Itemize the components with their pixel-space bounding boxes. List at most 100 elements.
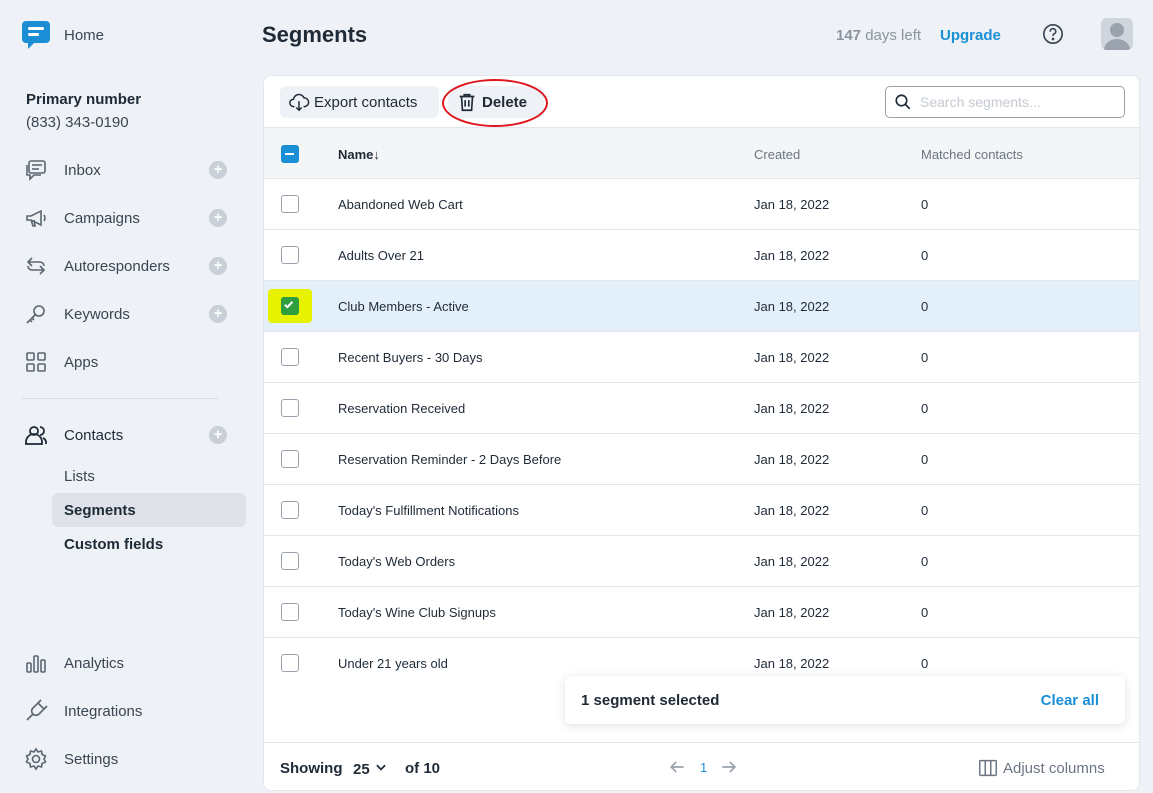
segment-created: Jan 18, 2022 — [754, 452, 830, 467]
sidebar-item-inbox[interactable]: Inbox + — [24, 156, 234, 184]
export-contacts-label: Export contacts — [314, 93, 418, 111]
help-icon[interactable] — [1042, 23, 1064, 45]
sidebar-item-integrations[interactable]: Integrations — [24, 697, 234, 725]
sidebar-subitem-segments[interactable]: Segments — [52, 493, 246, 527]
page-size-value: 25 — [353, 761, 370, 778]
segment-name[interactable]: Under 21 years old — [338, 656, 448, 671]
segment-created: Jan 18, 2022 — [754, 554, 830, 569]
export-contacts-button[interactable]: Export contacts — [280, 86, 439, 118]
add-inbox-icon[interactable]: + — [209, 161, 227, 179]
adjust-columns-button[interactable]: Adjust columns — [977, 757, 1105, 779]
megaphone-icon — [24, 206, 48, 230]
user-silhouette-icon — [1104, 23, 1130, 50]
segment-created: Jan 18, 2022 — [754, 401, 830, 416]
table-row-selected[interactable]: Club Members - Active Jan 18, 2022 0 — [264, 281, 1139, 332]
row-checkbox[interactable] — [281, 501, 299, 519]
segment-matched: 0 — [921, 554, 929, 569]
segment-created: Jan 18, 2022 — [754, 503, 830, 518]
sidebar-item-label: Analytics — [64, 654, 125, 672]
column-header-created[interactable]: Created — [754, 147, 800, 162]
search-box[interactable] — [885, 86, 1125, 118]
adjust-columns-label: Adjust columns — [1003, 759, 1105, 777]
table-row[interactable]: Reservation Received Jan 18, 2022 0 — [264, 383, 1139, 434]
segment-matched: 0 — [921, 401, 929, 416]
page-size-select[interactable]: 25 — [353, 760, 388, 778]
sidebar-item-keywords[interactable]: Keywords + — [24, 300, 234, 328]
search-icon — [895, 94, 911, 110]
column-header-matched-contacts[interactable]: Matched contacts — [921, 147, 1023, 162]
segment-matched: 0 — [921, 452, 929, 467]
trial-days-left: 147 days left — [836, 27, 921, 44]
clear-all-button[interactable]: Clear all — [1041, 692, 1099, 709]
segment-name[interactable]: Today's Web Orders — [338, 554, 455, 569]
segment-name[interactable]: Today's Fulfillment Notifications — [338, 503, 519, 518]
bar-chart-icon — [24, 651, 48, 675]
segment-created: Jan 18, 2022 — [754, 197, 830, 212]
table-header: Name↓ Created Matched contacts — [264, 128, 1139, 179]
segment-matched: 0 — [921, 656, 929, 671]
sidebar-subitem-lists[interactable]: Lists — [52, 459, 246, 493]
logo-icon — [22, 21, 50, 49]
segment-name[interactable]: Recent Buyers - 30 Days — [338, 350, 483, 365]
arrow-left-icon[interactable] — [667, 757, 687, 777]
sidebar-divider — [22, 398, 218, 399]
segment-name[interactable]: Reservation Received — [338, 401, 465, 416]
columns-icon — [979, 759, 997, 777]
add-autoresponder-icon[interactable]: + — [209, 257, 227, 275]
table-row[interactable]: Reservation Reminder - 2 Days Before Jan… — [264, 434, 1139, 485]
table-row[interactable]: Today's Fulfillment Notifications Jan 18… — [264, 485, 1139, 536]
sidebar-subitem-custom-fields[interactable]: Custom fields — [52, 527, 246, 561]
upgrade-link[interactable]: Upgrade — [940, 27, 1001, 44]
segment-created: Jan 18, 2022 — [754, 656, 830, 671]
table-row[interactable]: Abandoned Web Cart Jan 18, 2022 0 — [264, 179, 1139, 230]
home-link[interactable]: Home — [22, 19, 104, 51]
row-checkbox-checked[interactable] — [281, 297, 299, 315]
days-left-text: days left — [865, 27, 922, 44]
sidebar-item-label: Contacts — [64, 426, 124, 444]
home-label: Home — [64, 27, 105, 44]
row-checkbox[interactable] — [281, 552, 299, 570]
row-checkbox[interactable] — [281, 246, 299, 264]
delete-button[interactable]: Delete — [448, 86, 544, 118]
sidebar-item-settings[interactable]: Settings — [24, 745, 234, 773]
segment-matched: 0 — [921, 605, 929, 620]
column-header-name[interactable]: Name↓ — [338, 147, 380, 162]
row-checkbox[interactable] — [281, 603, 299, 621]
add-keyword-icon[interactable]: + — [209, 305, 227, 323]
showing-label: Showing — [280, 760, 343, 777]
segment-name[interactable]: Adults Over 21 — [338, 248, 424, 263]
select-all-checkbox[interactable] — [281, 145, 299, 163]
total-count: of 10 — [405, 760, 441, 777]
table-row[interactable]: Recent Buyers - 30 Days Jan 18, 2022 0 — [264, 332, 1139, 383]
table-row[interactable]: Today's Wine Club Signups Jan 18, 2022 0 — [264, 587, 1139, 638]
sidebar-item-campaigns[interactable]: Campaigns + — [24, 204, 234, 232]
row-checkbox[interactable] — [281, 654, 299, 672]
row-checkbox[interactable] — [281, 195, 299, 213]
sidebar-item-label: Inbox — [64, 161, 101, 179]
table-row[interactable]: Today's Web Orders Jan 18, 2022 0 — [264, 536, 1139, 587]
avatar[interactable] — [1101, 18, 1133, 50]
add-campaign-icon[interactable]: + — [209, 209, 227, 227]
row-checkbox[interactable] — [281, 450, 299, 468]
sidebar-item-analytics[interactable]: Analytics — [24, 649, 234, 677]
row-checkbox[interactable] — [281, 399, 299, 417]
segment-name[interactable]: Club Members - Active — [338, 299, 469, 314]
sidebar-item-apps[interactable]: Apps — [24, 348, 234, 376]
segment-name[interactable]: Today's Wine Club Signups — [338, 605, 496, 620]
row-checkbox[interactable] — [281, 348, 299, 366]
arrow-right-icon[interactable] — [719, 757, 739, 777]
segment-name[interactable]: Reservation Reminder - 2 Days Before — [338, 452, 561, 467]
sidebar-item-label: Keywords — [64, 305, 130, 323]
add-contact-icon[interactable]: + — [209, 426, 227, 444]
sidebar-item-autoresponders[interactable]: Autoresponders + — [24, 252, 234, 280]
primary-number-value: (833) 343-0190 — [26, 114, 129, 131]
search-input[interactable] — [920, 94, 1120, 110]
segment-name[interactable]: Abandoned Web Cart — [338, 197, 463, 212]
current-page[interactable]: 1 — [700, 760, 707, 775]
segment-created: Jan 18, 2022 — [754, 350, 830, 365]
reply-arrows-icon — [24, 254, 48, 278]
sidebar-item-contacts[interactable]: Contacts + — [24, 421, 234, 449]
table-row[interactable]: Adults Over 21 Jan 18, 2022 0 — [264, 230, 1139, 281]
gear-icon — [24, 747, 48, 771]
plug-icon — [24, 699, 48, 723]
